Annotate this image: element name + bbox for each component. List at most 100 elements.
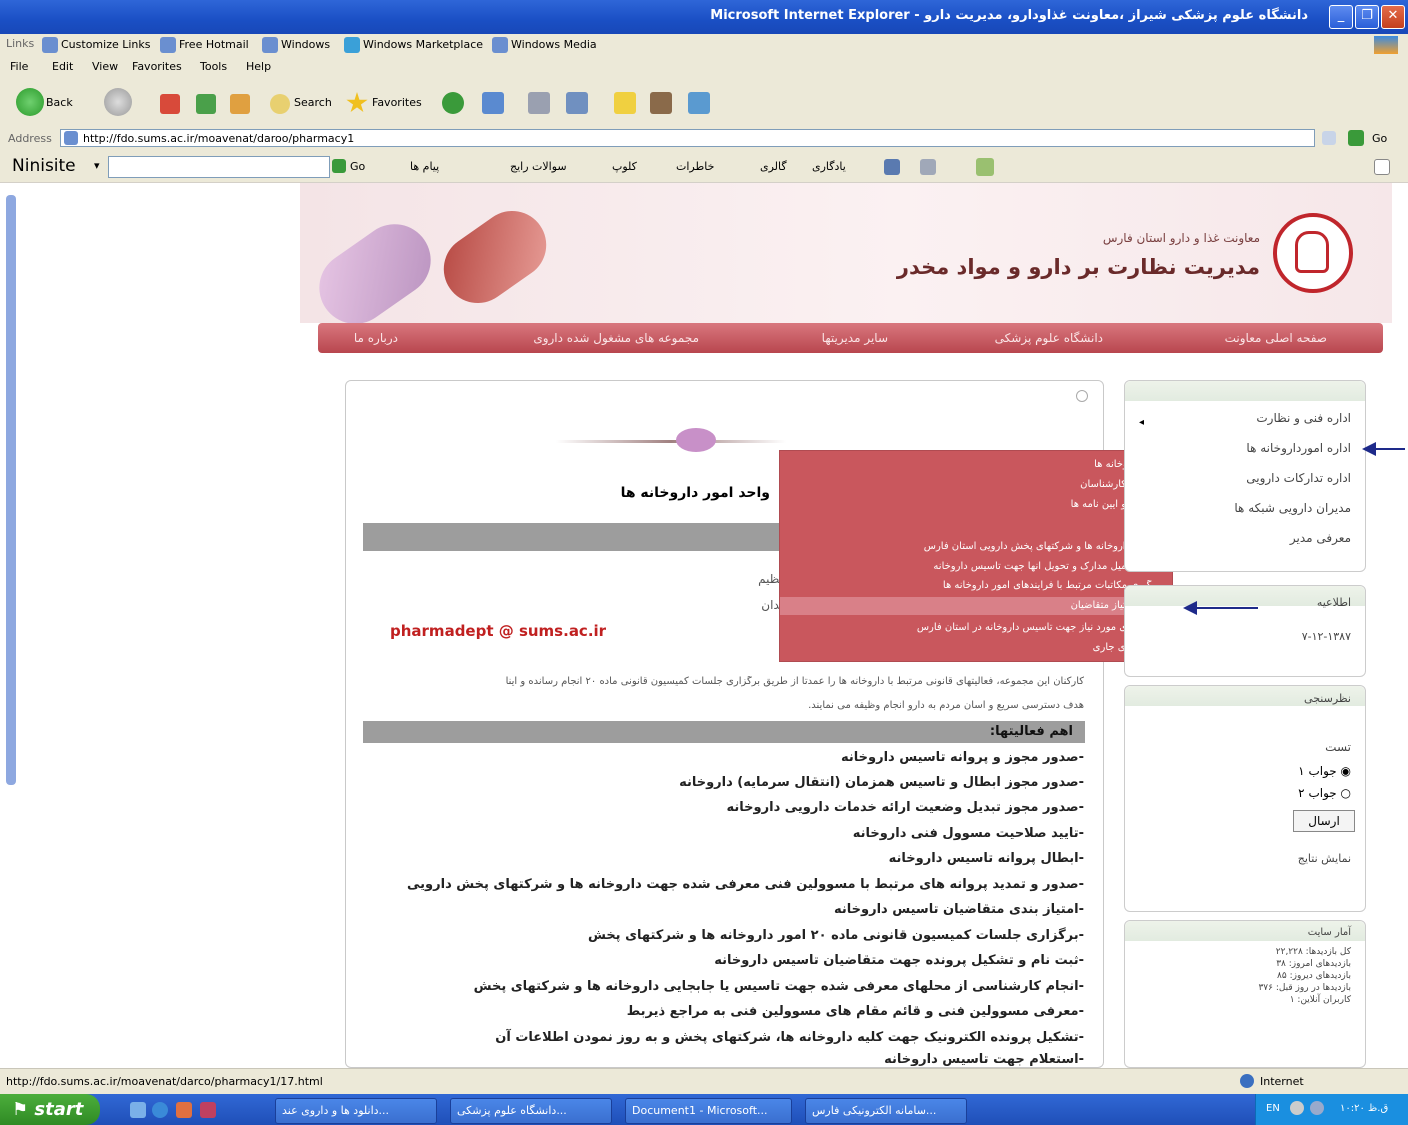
menu-file[interactable]: File bbox=[10, 60, 28, 73]
forward-arrow-icon[interactable] bbox=[104, 88, 132, 116]
go-button-label[interactable]: Go bbox=[1372, 132, 1387, 145]
radio-icon[interactable]: ○ bbox=[1341, 786, 1351, 800]
dropdown-item[interactable]: معرفی کارشناسان bbox=[788, 479, 1158, 490]
ninisite-gallery[interactable]: گالری bbox=[760, 160, 787, 173]
search-button-label[interactable]: Search bbox=[294, 96, 332, 109]
poll-results-link[interactable]: نمایش نتایج bbox=[1298, 852, 1351, 865]
panel-toggle-icon[interactable] bbox=[1076, 390, 1088, 402]
folder-icon[interactable] bbox=[614, 92, 636, 114]
taskbar-task[interactable]: سامانه الکترونیکی فارس... bbox=[805, 1098, 967, 1124]
link-hotmail[interactable]: Free Hotmail bbox=[160, 37, 249, 53]
radio-selected-icon[interactable]: ◉ bbox=[1341, 764, 1351, 778]
go-arrow-icon[interactable] bbox=[332, 159, 346, 173]
show-desktop-icon[interactable] bbox=[130, 1102, 146, 1118]
language-indicator[interactable]: EN bbox=[1266, 1103, 1280, 1114]
taskbar-task[interactable]: دانلود ها و داروی عند... bbox=[275, 1098, 437, 1124]
dropdown-item[interactable]: فرم ها bbox=[788, 519, 1158, 530]
menu-edit[interactable]: Edit bbox=[52, 60, 73, 73]
address-bar: Address http://fdo.sums.ac.ir/moavenat/d… bbox=[0, 126, 1408, 153]
close-icon[interactable]: ✕ bbox=[1381, 5, 1405, 29]
email-link[interactable]: pharmadept @ sums.ac.ir bbox=[390, 622, 630, 640]
page-icon[interactable] bbox=[884, 159, 900, 175]
vertical-scrollbar[interactable] bbox=[6, 195, 16, 785]
app-quicklaunch-icon[interactable] bbox=[200, 1102, 216, 1118]
sidebar-item-pharmacies[interactable]: اداره امورداروخانه ها bbox=[1246, 441, 1351, 455]
address-dropdown-icon[interactable] bbox=[1322, 131, 1336, 145]
ninisite-club[interactable]: کلوپ bbox=[612, 160, 637, 173]
news-date[interactable]: ۷-۱۲-۱۳۸۷ bbox=[1302, 630, 1351, 643]
capsule-image bbox=[305, 210, 445, 338]
link-media[interactable]: Windows Media bbox=[492, 37, 597, 53]
ninisite-go-label[interactable]: Go bbox=[350, 160, 365, 173]
activity-item: -تایید صلاحیت مسوول فنی داروخانه bbox=[852, 826, 1084, 841]
mail-icon[interactable] bbox=[920, 159, 936, 175]
nav-item-collections[interactable]: مجموعه های مشغول شده داروی bbox=[533, 331, 699, 345]
dropdown-item[interactable]: محل های مورد نیاز جهت تاسیس داروخانه در … bbox=[788, 622, 1158, 633]
menu-favorites[interactable]: Favorites bbox=[132, 60, 182, 73]
dropdown-item-selected[interactable]: نتیجه امتیاز متقاضیان bbox=[788, 600, 1158, 611]
menu-tools[interactable]: Tools bbox=[200, 60, 227, 73]
taskbar-task[interactable]: Document1 - Microsoft... bbox=[625, 1098, 792, 1124]
poll-submit-button[interactable]: ارسال bbox=[1293, 810, 1355, 832]
expand-icon[interactable] bbox=[1374, 159, 1390, 175]
dropdown-item[interactable]: فرآیندهای جاری bbox=[788, 642, 1158, 653]
link-customize[interactable]: Customize Links bbox=[42, 37, 151, 53]
menu-view[interactable]: View bbox=[92, 60, 118, 73]
favorites-button-label[interactable]: Favorites bbox=[372, 96, 422, 109]
start-button[interactable]: ⚑ start bbox=[0, 1094, 100, 1125]
taskbar-task[interactable]: دانشگاه علوم پزشکی... bbox=[450, 1098, 612, 1124]
poll-option[interactable]: ◉ جواب ۱ bbox=[1298, 764, 1351, 778]
addon-icon[interactable] bbox=[976, 158, 994, 176]
link-marketplace[interactable]: Windows Marketplace bbox=[344, 37, 483, 53]
mail-icon[interactable] bbox=[482, 92, 504, 114]
dropdown-item[interactable]: ضوابط و آیین نامه ها bbox=[788, 499, 1158, 510]
sidebar-item-supervision[interactable]: اداره فنی و نظارت bbox=[1256, 411, 1351, 425]
favorites-star-icon[interactable] bbox=[346, 92, 368, 113]
maximize-icon[interactable]: ❐ bbox=[1355, 5, 1379, 29]
address-input[interactable]: http://fdo.sums.ac.ir/moavenat/daroo/pha… bbox=[60, 129, 1315, 147]
nav-item-university[interactable]: دانشگاه علوم پزشکی bbox=[995, 331, 1103, 345]
ie-quicklaunch-icon[interactable] bbox=[152, 1102, 168, 1118]
minimize-icon[interactable]: _ bbox=[1329, 5, 1353, 29]
sidebar-item-procurement[interactable]: اداره تدارکات دارویی bbox=[1246, 471, 1351, 485]
ninisite-messages[interactable]: پیام ها bbox=[410, 160, 439, 173]
media-player-icon[interactable] bbox=[176, 1102, 192, 1118]
chevron-down-icon[interactable]: ▾ bbox=[94, 159, 100, 172]
dropdown-item[interactable]: پیگیری مکاتبات مرتبط با فرآیندهای امور د… bbox=[788, 580, 1158, 591]
nav-item-home[interactable]: صفحه اصلی معاونت bbox=[1225, 331, 1327, 345]
dropdown-item[interactable]: لیست داروخانه ها و شرکتهای پخش دارویی اس… bbox=[788, 541, 1158, 552]
nav-item-about[interactable]: درباره ما bbox=[354, 331, 398, 345]
menu-help[interactable]: Help bbox=[246, 60, 271, 73]
go-arrow-icon[interactable] bbox=[1348, 130, 1364, 146]
ninisite-memories[interactable]: خاطرات bbox=[676, 160, 714, 173]
print-icon[interactable] bbox=[528, 92, 550, 114]
research-icon[interactable] bbox=[650, 92, 672, 114]
ninisite-faq[interactable]: سوالات رایج bbox=[510, 160, 567, 173]
messenger-icon[interactable] bbox=[688, 92, 710, 114]
poll-option[interactable]: ○ جواب ۲ bbox=[1298, 786, 1351, 800]
ninisite-souvenir[interactable]: یادگاری bbox=[812, 160, 846, 173]
ninisite-toolbar: Ninisite ▾ Go پیام ها سوالات رایج کلوپ خ… bbox=[0, 152, 1408, 183]
back-button-label[interactable]: Back bbox=[46, 96, 73, 109]
sidebar-item-manager[interactable]: معرفی مدیر bbox=[1290, 531, 1351, 545]
back-arrow-icon[interactable] bbox=[16, 88, 44, 116]
sidebar-item-network-managers[interactable]: مدیران دارویی شبکه ها bbox=[1234, 501, 1351, 515]
edit-icon[interactable] bbox=[566, 92, 588, 114]
history-icon[interactable] bbox=[442, 92, 464, 114]
dropdown-item[interactable]: امورداروخانه ها bbox=[788, 459, 1158, 470]
ninisite-brand[interactable]: Ninisite bbox=[12, 156, 76, 176]
volume-icon[interactable] bbox=[1310, 1101, 1324, 1115]
search-icon[interactable] bbox=[270, 94, 290, 114]
dropdown-item[interactable]: نحوه تکمیل مدارک و تحویل آنها جهت تاسیس … bbox=[788, 561, 1158, 572]
stop-icon[interactable] bbox=[160, 94, 180, 114]
sidebar-poll-box: نظرسنجی تست ◉ جواب ۱ ○ جواب ۲ ارسال نمای… bbox=[1124, 685, 1366, 912]
nav-item-other-managements[interactable]: سایر مدیریتها bbox=[822, 331, 888, 345]
page-headline: واحد امور داروخانه ها bbox=[620, 485, 770, 501]
window-titlebar[interactable]: دانشگاه علوم پزشکی شیراز ،معاونت غذاودار… bbox=[0, 0, 1408, 34]
link-windows[interactable]: Windows bbox=[262, 37, 330, 53]
home-icon[interactable] bbox=[230, 94, 250, 114]
ninisite-search-input[interactable] bbox=[108, 156, 330, 178]
refresh-icon[interactable] bbox=[196, 94, 216, 114]
network-icon[interactable] bbox=[1290, 1101, 1304, 1115]
activity-item: -تشکیل پرونده الکترونیک جهت کلیه داروخان… bbox=[495, 1030, 1084, 1045]
